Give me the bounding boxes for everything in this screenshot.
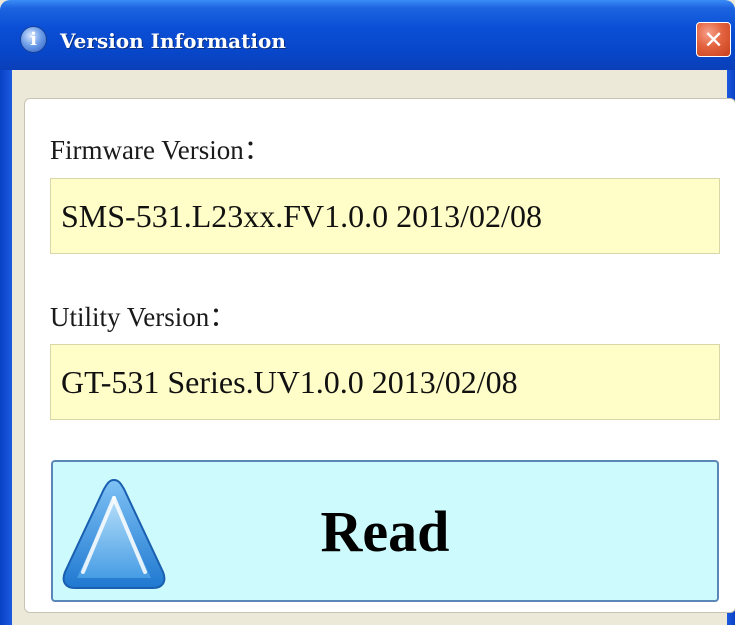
close-icon: ✕ xyxy=(703,25,724,54)
window-border-left xyxy=(0,70,12,625)
version-information-window: i Version Information ✕ Firmware Version… xyxy=(0,0,735,625)
firmware-version-field[interactable]: SMS-531.L23xx.FV1.0.0 2013/02/08 xyxy=(50,178,720,254)
info-icon-glyph: i xyxy=(30,29,37,50)
utility-version-field[interactable]: GT-531 Series.UV1.0.0 2013/02/08 xyxy=(50,344,720,420)
close-button[interactable]: ✕ xyxy=(696,22,731,57)
window-title: Version Information xyxy=(60,29,286,53)
title-bar[interactable]: i Version Information ✕ xyxy=(0,0,735,70)
utility-version-label: Utility Version： xyxy=(50,302,237,332)
info-icon[interactable]: i xyxy=(20,26,47,53)
read-button-label: Read xyxy=(320,498,450,564)
firmware-version-label: Firmware Version： xyxy=(50,135,271,165)
triangle-up-icon xyxy=(62,478,166,589)
read-button[interactable]: Read xyxy=(51,460,719,602)
